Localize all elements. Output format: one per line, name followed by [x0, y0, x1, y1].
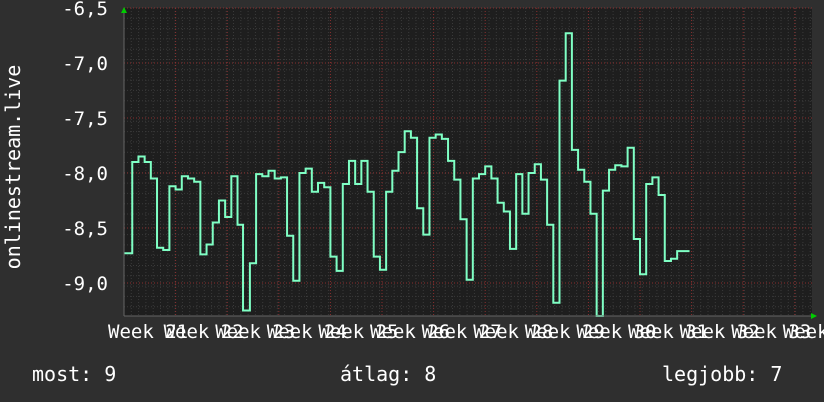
stat-average: átlag: 8 — [340, 362, 437, 386]
y-tick-label: -8,0 — [62, 163, 108, 185]
y-axis-ticks: -6,5 -7,0 -7,5 -8,0 -8,5 -9,0 — [62, 0, 108, 295]
y-tick-label: -8,5 — [62, 218, 108, 240]
y-tick-label: -6,5 — [62, 0, 108, 20]
x-tick-label: Week 34 — [783, 321, 824, 343]
y-tick-label: -7,5 — [62, 108, 108, 130]
line-chart: -6,5 -7,0 -7,5 -8,0 -8,5 -9,0 Week 21Week 22W… — [1, 0, 824, 343]
x-axis-ticks: Week 21Week 22Week 23Week 24Week 25Week … — [108, 321, 824, 343]
y-axis-label: onlinestream.live — [1, 65, 25, 270]
stat-best: legjobb: 7 — [662, 362, 783, 386]
x-axis-arrow — [811, 313, 817, 319]
y-tick-label: -9,0 — [62, 273, 108, 295]
stat-most: most: 9 — [32, 362, 117, 386]
stats-bar: most: 9 átlag: 8 legjobb: 7 — [0, 362, 824, 390]
y-tick-label: -7,0 — [62, 53, 108, 75]
